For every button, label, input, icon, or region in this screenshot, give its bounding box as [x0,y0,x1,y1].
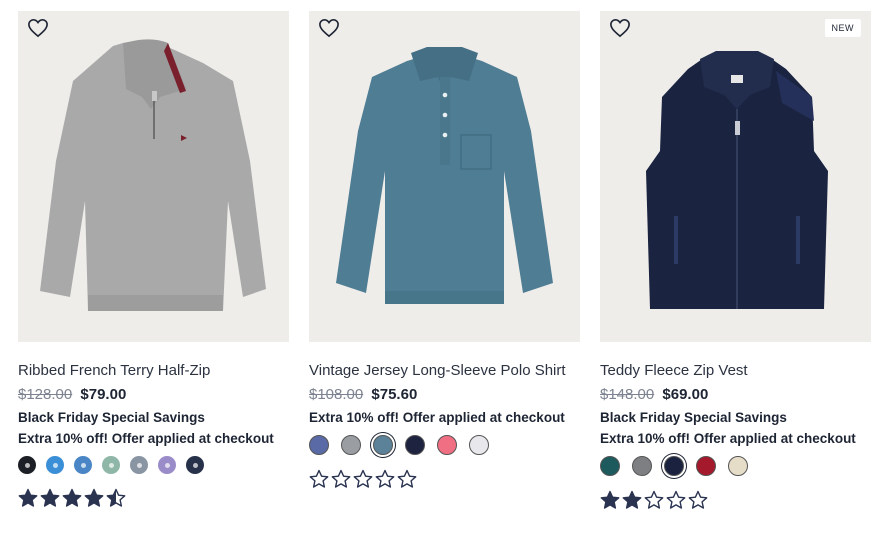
star-icon [688,490,708,509]
price-row: $128.00 $79.00 [18,386,289,403]
product-grid: Ribbed French Terry Half-Zip $128.00 $79… [0,0,877,538]
color-swatch[interactable] [130,456,148,474]
star-icon [40,488,60,507]
swatch-pattern-icon [136,462,142,468]
promo-text: Extra 10% off! Offer applied at checkout [18,431,274,446]
price-row: $108.00 $75.60 [309,386,580,403]
sale-price: $69.00 [662,386,709,403]
color-swatch[interactable] [102,456,120,474]
color-swatch[interactable] [728,456,748,476]
heart-icon[interactable] [609,18,631,38]
product-title[interactable]: Teddy Fleece Zip Vest [600,362,871,379]
color-swatch[interactable] [373,435,393,455]
star-icon [62,488,82,507]
swatch-pattern-icon [80,462,86,468]
color-swatches [18,456,289,474]
star-icon [666,490,686,509]
promo-text: Black Friday Special Savings [18,410,205,425]
product-image[interactable]: NEW [600,11,871,342]
star-rating [309,469,580,489]
promo-text: Extra 10% off! Offer applied at checkout [309,410,565,425]
color-swatch[interactable] [600,456,620,476]
promo-text: Black Friday Special Savings [600,410,787,425]
star-icon [644,490,664,509]
sale-price: $79.00 [80,386,127,403]
star-icon [600,490,620,509]
product-title[interactable]: Vintage Jersey Long-Sleeve Polo Shirt [309,362,580,379]
star-rating [600,490,871,510]
color-swatch[interactable] [696,456,716,476]
star-icon [397,469,417,488]
product-image[interactable] [309,11,580,342]
color-swatch[interactable] [437,435,457,455]
color-swatch[interactable] [632,456,652,476]
swatch-pattern-icon [164,462,170,468]
swatch-pattern-icon [108,462,114,468]
star-icon [375,469,395,488]
color-swatch[interactable] [309,435,329,455]
promo-text: Extra 10% off! Offer applied at checkout [600,431,856,446]
star-icon [106,488,126,507]
color-swatch[interactable] [46,456,64,474]
color-swatch[interactable] [186,456,204,474]
original-price: $108.00 [309,386,364,403]
original-price: $148.00 [600,386,655,403]
star-icon [353,469,373,488]
color-swatch[interactable] [664,456,684,476]
star-icon [331,469,351,488]
sale-price: $75.60 [371,386,418,403]
original-price: $128.00 [18,386,73,403]
color-swatch[interactable] [405,435,425,455]
color-swatch[interactable] [74,456,92,474]
product-card[interactable]: Ribbed French Terry Half-Zip $128.00 $79… [18,11,289,508]
new-badge: NEW [824,19,861,37]
swatch-pattern-icon [52,462,58,468]
color-swatch[interactable] [18,456,36,474]
heart-icon[interactable] [318,18,340,38]
color-swatch[interactable] [469,435,489,455]
fleece-vest-image [646,51,828,309]
half-zip-sweater-image [40,39,266,311]
polo-shirt-image [336,47,553,304]
heart-icon[interactable] [27,18,49,38]
star-icon [309,469,329,488]
color-swatches [600,456,871,476]
swatch-pattern-icon [24,462,30,468]
product-card[interactable]: NEW Teddy Fleece Zip Vest $148.00 $69.00… [600,11,871,510]
product-card[interactable]: Vintage Jersey Long-Sleeve Polo Shirt $1… [309,11,580,489]
color-swatches [309,435,580,455]
color-swatch[interactable] [158,456,176,474]
swatch-pattern-icon [192,462,198,468]
product-title[interactable]: Ribbed French Terry Half-Zip [18,362,289,379]
star-rating [18,488,289,508]
color-swatch[interactable] [341,435,361,455]
star-icon [18,488,38,507]
star-icon [622,490,642,509]
product-image[interactable] [18,11,289,342]
star-icon [84,488,104,507]
price-row: $148.00 $69.00 [600,386,871,403]
